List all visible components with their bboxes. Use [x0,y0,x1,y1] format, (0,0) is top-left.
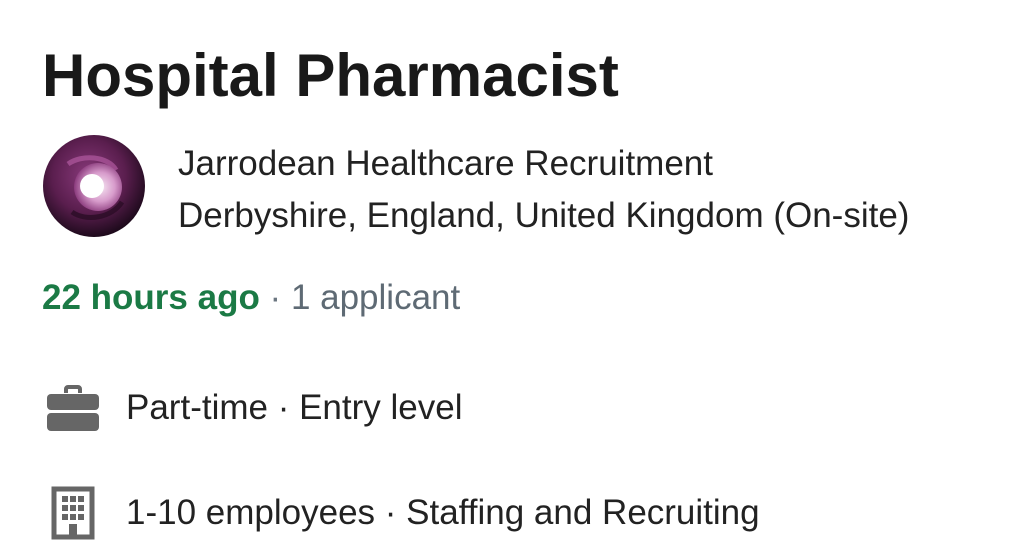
building-icon [44,485,102,541]
posting-meta: 22 hours ago · 1 applicant [42,272,460,324]
job-location: Derbyshire, England, United Kingdom (On-… [178,196,910,235]
company-size-text: 1-10 employees · Staffing and Recruiting [126,493,760,532]
job-title: Hospital Pharmacist [42,42,619,109]
company-details: Jarrodean Healthcare Recruitment Derbysh… [178,138,909,242]
job-type-text: Part-time · Entry level [126,388,463,427]
job-type-row: Part-time · Entry level [44,380,462,436]
meta-separator: · [259,278,291,317]
company-logo[interactable] [42,134,146,238]
company-header: Jarrodean Healthcare Recruitment Derbysh… [42,134,909,242]
applicant-count: 1 applicant [290,278,461,317]
company-name[interactable]: Jarrodean Healthcare Recruitment [178,138,909,190]
company-info-row: 1-10 employees · Staffing and Recruiting [44,485,760,541]
posted-time: 22 hours ago [42,278,260,317]
briefcase-icon [44,380,102,436]
